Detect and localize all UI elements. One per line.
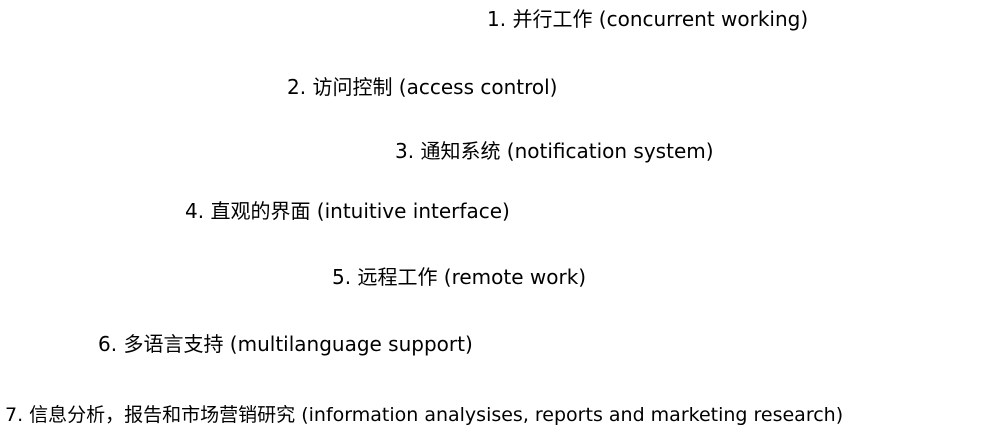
list-item: 6. 多语言支持 (multilanguage support) [98,332,473,356]
list-item: 2. 访问控制 (access control) [287,75,558,99]
list-item: 5. 远程工作 (remote work) [332,265,587,289]
list-item: 4. 直观的界面 (intuitive interface) [185,199,510,223]
list-item: 1. 并行工作 (concurrent working) [487,7,809,31]
list-item: 7. 信息分析，报告和市场营销研究 (information analysise… [5,404,844,426]
list-item: 3. 通知系统 (notification system) [395,139,714,163]
